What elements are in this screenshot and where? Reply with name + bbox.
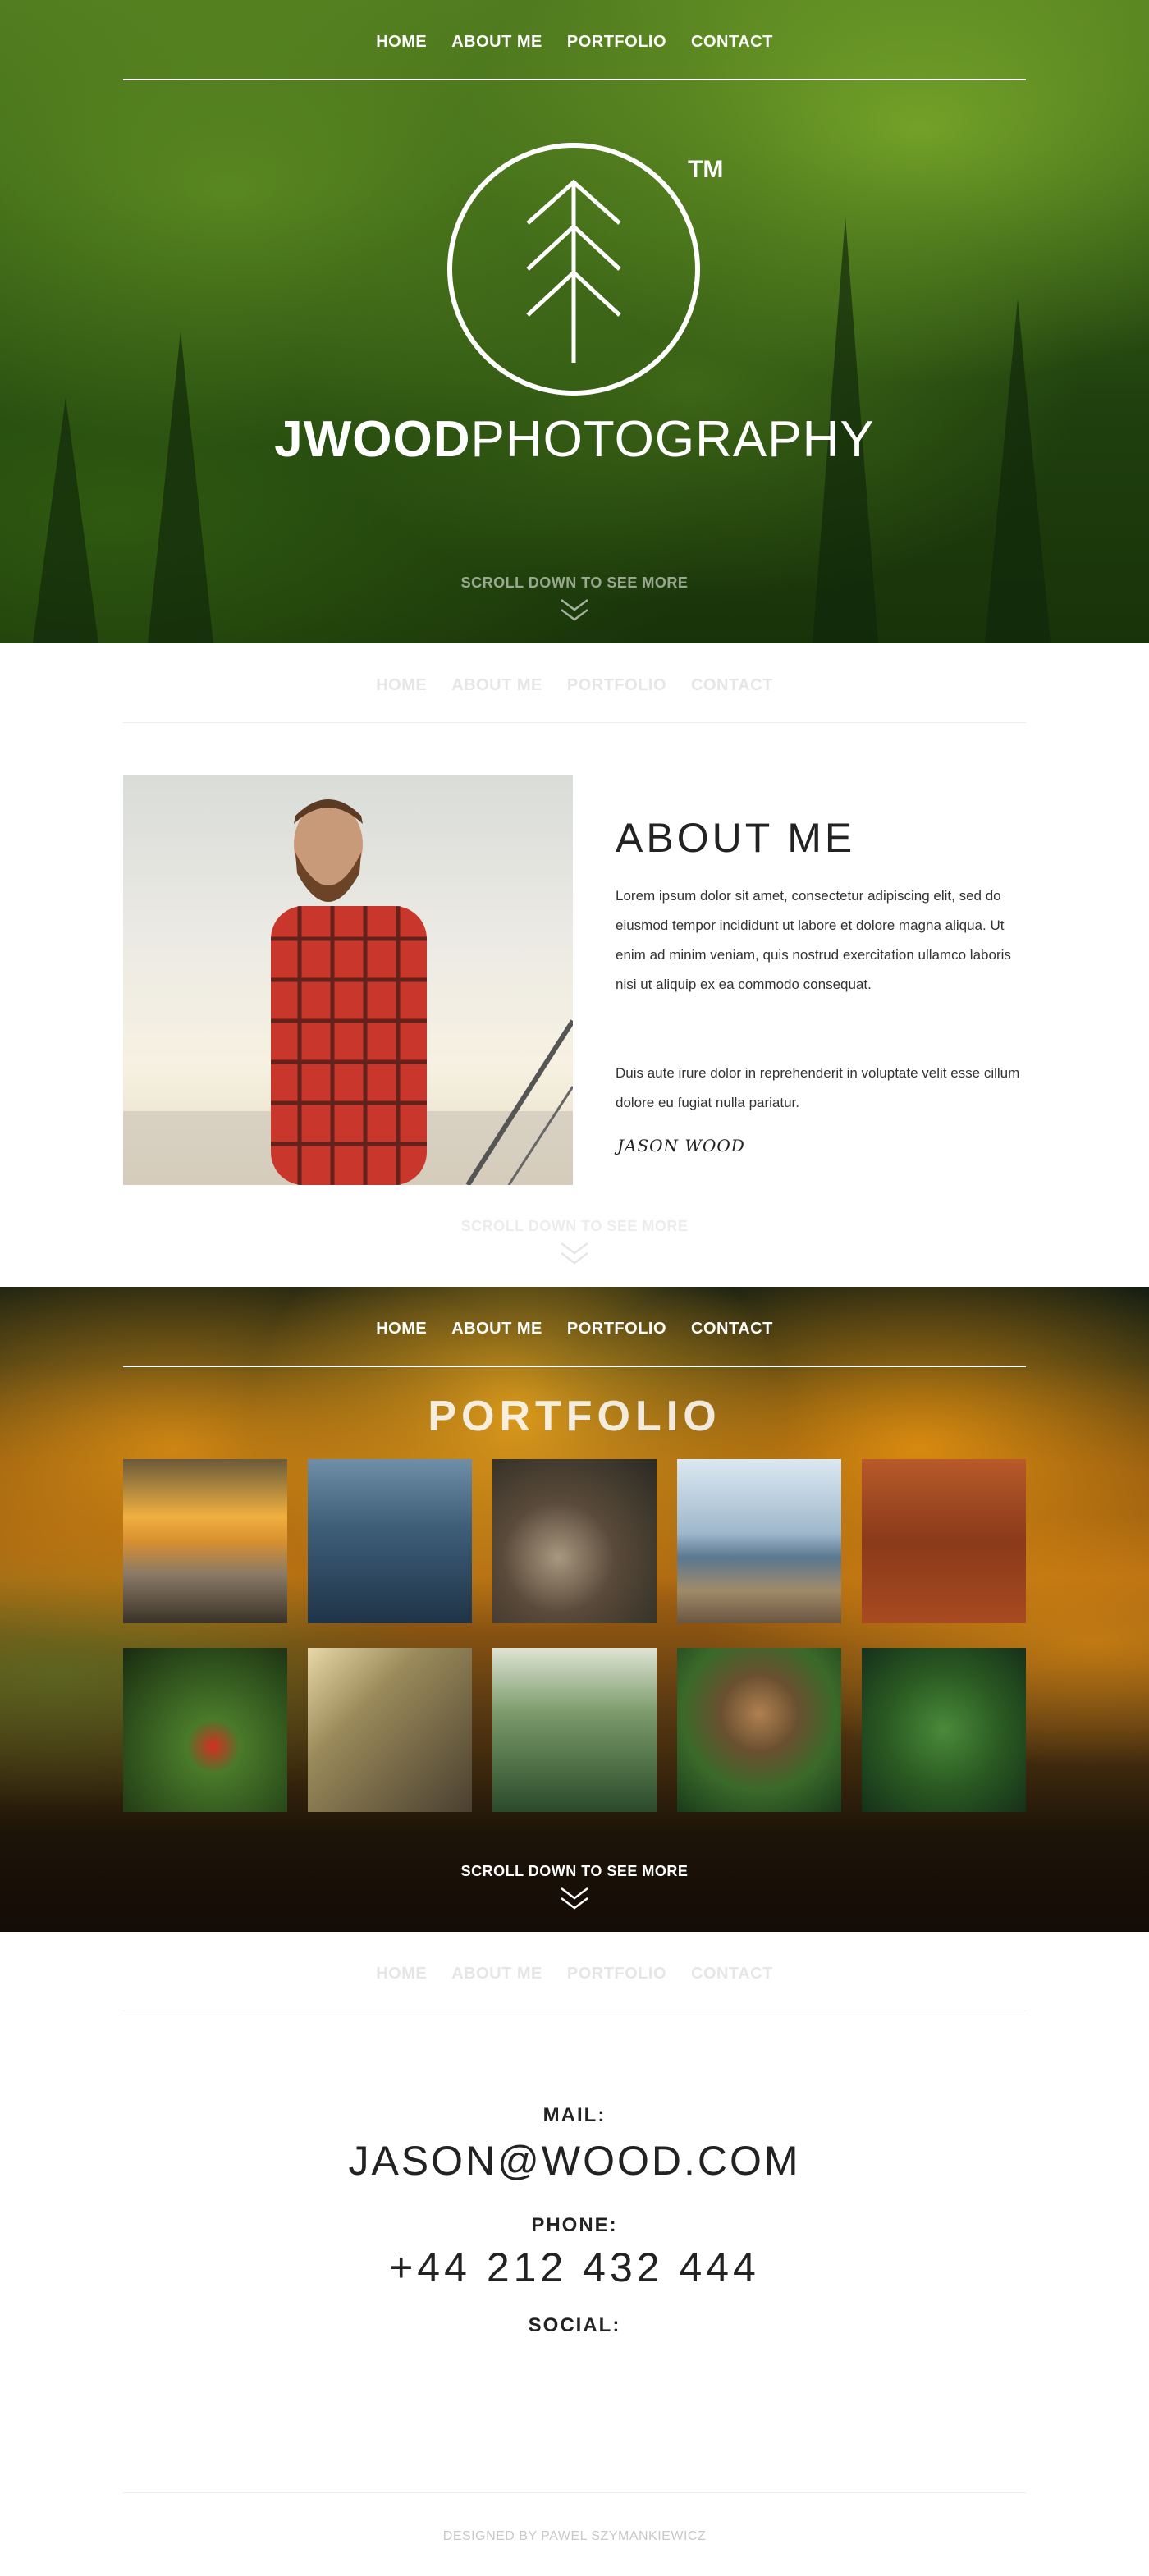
nav-about[interactable]: ABOUT ME xyxy=(451,33,542,52)
scroll-hint-label: SCROLL DOWN TO SEE MORE xyxy=(460,1218,689,1234)
section-nav: HOME ABOUT ME PORTFOLIO CONTACT xyxy=(0,1287,1149,1369)
scroll-hint[interactable]: SCROLL DOWN TO SEE MORE xyxy=(0,1863,1149,1913)
nav-home[interactable]: HOME xyxy=(376,33,427,52)
portfolio-heading: PORTFOLIO xyxy=(428,1393,721,1440)
nav-about[interactable]: ABOUT ME xyxy=(451,1965,542,1983)
portfolio-thumb-bamboo-forest[interactable] xyxy=(308,1648,472,1812)
scroll-hint[interactable]: SCROLL DOWN TO SEE MORE xyxy=(0,1218,1149,1268)
main-nav: HOME ABOUT ME PORTFOLIO CONTACT xyxy=(0,0,1149,82)
brand-title: JWOODPHOTOGRAPHY xyxy=(0,410,1149,469)
signature: JASON WOOD xyxy=(617,1136,745,1155)
mail-value[interactable]: JASON@WOOD.COM xyxy=(0,2137,1149,2185)
portfolio-thumb-fern-leaves[interactable] xyxy=(862,1648,1026,1812)
brand-title-bold: JWOOD xyxy=(274,411,471,468)
portfolio-thumb-rocky-stream[interactable] xyxy=(492,1459,657,1623)
brand-title-thin: PHOTOGRAPHY xyxy=(470,411,875,468)
portfolio-thumb-autumn-forest-path[interactable] xyxy=(862,1459,1026,1623)
nav-portfolio[interactable]: PORTFOLIO xyxy=(567,33,666,52)
footer-divider xyxy=(123,2492,1026,2493)
nav-about[interactable]: ABOUT ME xyxy=(451,1320,542,1338)
nav-contact[interactable]: CONTACT xyxy=(691,676,773,695)
nav-contact[interactable]: CONTACT xyxy=(691,1320,773,1338)
portfolio-thumb-misty-pines[interactable] xyxy=(308,1459,472,1623)
portfolio-thumb-red-mushroom[interactable] xyxy=(123,1648,287,1812)
nav-divider xyxy=(123,1366,1026,1367)
nav-divider xyxy=(123,79,1026,80)
section-nav: HOME ABOUT ME PORTFOLIO CONTACT xyxy=(0,643,1149,725)
section-nav: HOME ABOUT ME PORTFOLIO CONTACT xyxy=(0,1932,1149,2014)
nav-home[interactable]: HOME xyxy=(376,1320,427,1338)
chevron-down-icon xyxy=(561,599,588,621)
hero-section: HOME ABOUT ME PORTFOLIO CONTACT TM JWOOD… xyxy=(0,0,1149,643)
about-heading: ABOUT ME xyxy=(616,815,856,861)
phone-label: PHONE: xyxy=(531,2214,618,2236)
about-section: HOME ABOUT ME PORTFOLIO CONTACT ABOUT ME xyxy=(0,643,1149,1287)
nav-divider xyxy=(123,722,1026,723)
social-label: SOCIAL: xyxy=(528,2314,621,2336)
tree-logo-icon xyxy=(447,143,700,396)
portrait-photo xyxy=(123,775,573,1185)
mail-label: MAIL: xyxy=(542,2104,607,2126)
nav-home[interactable]: HOME xyxy=(376,676,427,695)
scroll-hint-label: SCROLL DOWN TO SEE MORE xyxy=(460,1863,689,1879)
portfolio-thumb-green-valley[interactable] xyxy=(492,1648,657,1812)
portfolio-thumb-sunset-fence[interactable] xyxy=(123,1459,287,1623)
footer-credit: DESIGNED BY PAWEL SZYMANKIEWICZ xyxy=(442,2529,707,2543)
nav-portfolio[interactable]: PORTFOLIO xyxy=(567,676,666,695)
nav-home[interactable]: HOME xyxy=(376,1965,427,1983)
scroll-hint-label: SCROLL DOWN TO SEE MORE xyxy=(460,574,689,591)
portfolio-thumb-owl[interactable] xyxy=(677,1648,841,1812)
nav-contact[interactable]: CONTACT xyxy=(691,33,773,52)
contact-section: HOME ABOUT ME PORTFOLIO CONTACT MAIL: JA… xyxy=(0,1932,1149,2576)
about-paragraph: Lorem ipsum dolor sit amet, consectetur … xyxy=(616,888,1011,992)
about-paragraph: Duis aute irure dolor in reprehenderit i… xyxy=(616,1065,1020,1110)
chevron-down-icon xyxy=(561,1242,588,1265)
nav-portfolio[interactable]: PORTFOLIO xyxy=(567,1320,666,1338)
portfolio-thumb-lake-pier[interactable] xyxy=(677,1459,841,1623)
chevron-down-icon xyxy=(561,1887,588,1910)
nav-about[interactable]: ABOUT ME xyxy=(451,676,542,695)
scroll-hint[interactable]: SCROLL DOWN TO SEE MORE xyxy=(0,574,1149,625)
nav-contact[interactable]: CONTACT xyxy=(691,1965,773,1983)
portfolio-section: HOME ABOUT ME PORTFOLIO CONTACT PORTFOLI… xyxy=(0,1287,1149,1932)
nav-portfolio[interactable]: PORTFOLIO xyxy=(567,1965,666,1983)
trademark-mark: TM xyxy=(688,156,724,183)
phone-value[interactable]: +44 212 432 444 xyxy=(0,2244,1149,2291)
